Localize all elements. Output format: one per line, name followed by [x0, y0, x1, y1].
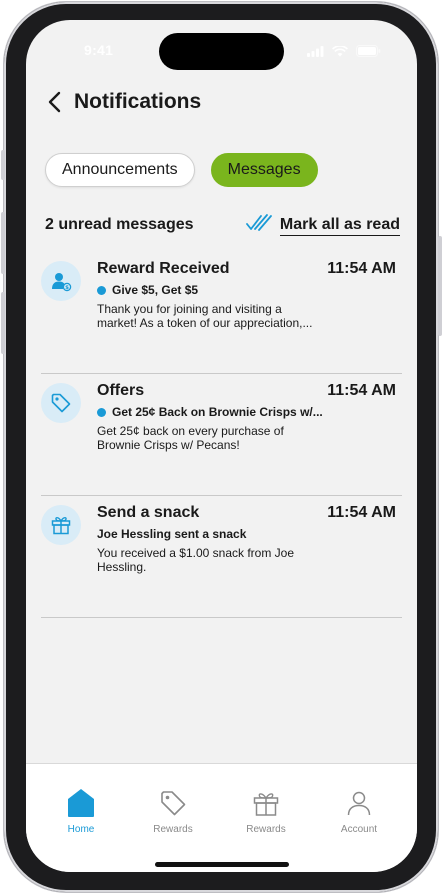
unread-dot [97, 285, 106, 295]
dynamic-island [159, 33, 284, 70]
tab-announcements[interactable]: Announcements [45, 153, 195, 187]
status-time: 9:41 [84, 42, 114, 58]
signal-icon [307, 44, 324, 62]
wifi-icon [332, 44, 348, 62]
screen: 9:41 Notifications Announcements Message… [26, 20, 417, 872]
message-title: Offers [97, 382, 145, 399]
home-indicator [155, 862, 289, 867]
action-button [1, 150, 5, 180]
home-icon [41, 786, 121, 820]
message-subtitle: Joe Hessling sent a snack [97, 527, 337, 541]
message-subtitle-text: Get 25¢ Back on Brownie Crisps w/... [112, 405, 323, 419]
tag-icon [133, 786, 213, 820]
volume-down-button [1, 292, 5, 354]
message-body: Thank you for joining and visiting a mar… [97, 302, 313, 330]
mark-all-read-button[interactable]: Mark all as read [246, 214, 400, 237]
battery-icon [356, 44, 381, 62]
bottom-nav: Home Rewards Rewards Account [26, 763, 417, 872]
nav-home[interactable]: Home [41, 786, 121, 835]
tab-bar: Announcements Messages [45, 153, 318, 189]
message-title: Reward Received [97, 260, 230, 277]
unread-count: 2 unread messages [45, 216, 194, 233]
svg-text:$: $ [65, 285, 69, 291]
user-reward-icon: $ [41, 261, 81, 301]
message-time: 11:54 AM [327, 382, 396, 399]
message-subtitle-text: Joe Hessling sent a snack [97, 527, 247, 541]
message-item[interactable]: Send a snack 11:54 AM Joe Hessling sent … [41, 496, 402, 618]
user-icon [319, 786, 399, 820]
tab-messages[interactable]: Messages [210, 153, 318, 187]
message-body: Get 25¢ back on every purchase of Browni… [97, 424, 284, 452]
nav-label: Rewards [246, 824, 286, 835]
message-title: Send a snack [97, 504, 200, 521]
status-bar: 9:41 [26, 20, 417, 72]
nav-label: Rewards [153, 824, 193, 835]
nav-label: Account [340, 824, 378, 835]
message-list: $ Reward Received 11:54 AM Give $5, Get … [41, 252, 402, 618]
message-body: You received a $1.00 snack from Joe Hess… [97, 546, 295, 574]
nav-rewards-gifts[interactable]: Rewards [226, 786, 306, 835]
power-button [438, 236, 442, 336]
nav-rewards-offers[interactable]: Rewards [133, 786, 213, 835]
message-summary: 2 unread messages Mark all as read [45, 214, 400, 238]
message-subtitle: Give $5, Get $5 [97, 283, 337, 297]
message-subtitle: Get 25¢ Back on Brownie Crisps w/... [97, 405, 337, 419]
header: Notifications [26, 82, 417, 126]
tag-icon [41, 383, 81, 423]
unread-dot [97, 407, 106, 417]
message-item[interactable]: Offers 11:54 AM Get 25¢ Back on Brownie … [41, 374, 402, 496]
back-button[interactable] [40, 88, 68, 120]
mark-all-read-label: Mark all as read [279, 216, 400, 236]
gift-icon [41, 505, 81, 545]
page-title: Notifications [74, 90, 202, 113]
message-time: 11:54 AM [327, 260, 396, 277]
message-item[interactable]: $ Reward Received 11:54 AM Give $5, Get … [41, 252, 402, 374]
message-time: 11:54 AM [327, 504, 396, 521]
nav-account[interactable]: Account [319, 786, 399, 835]
message-subtitle-text: Give $5, Get $5 [112, 283, 199, 297]
status-icons [307, 44, 381, 62]
double-check-icon [246, 214, 272, 237]
volume-up-button [1, 212, 5, 274]
gift-icon [226, 786, 306, 820]
chevron-left-icon [47, 91, 61, 118]
nav-label: Home [67, 824, 95, 835]
